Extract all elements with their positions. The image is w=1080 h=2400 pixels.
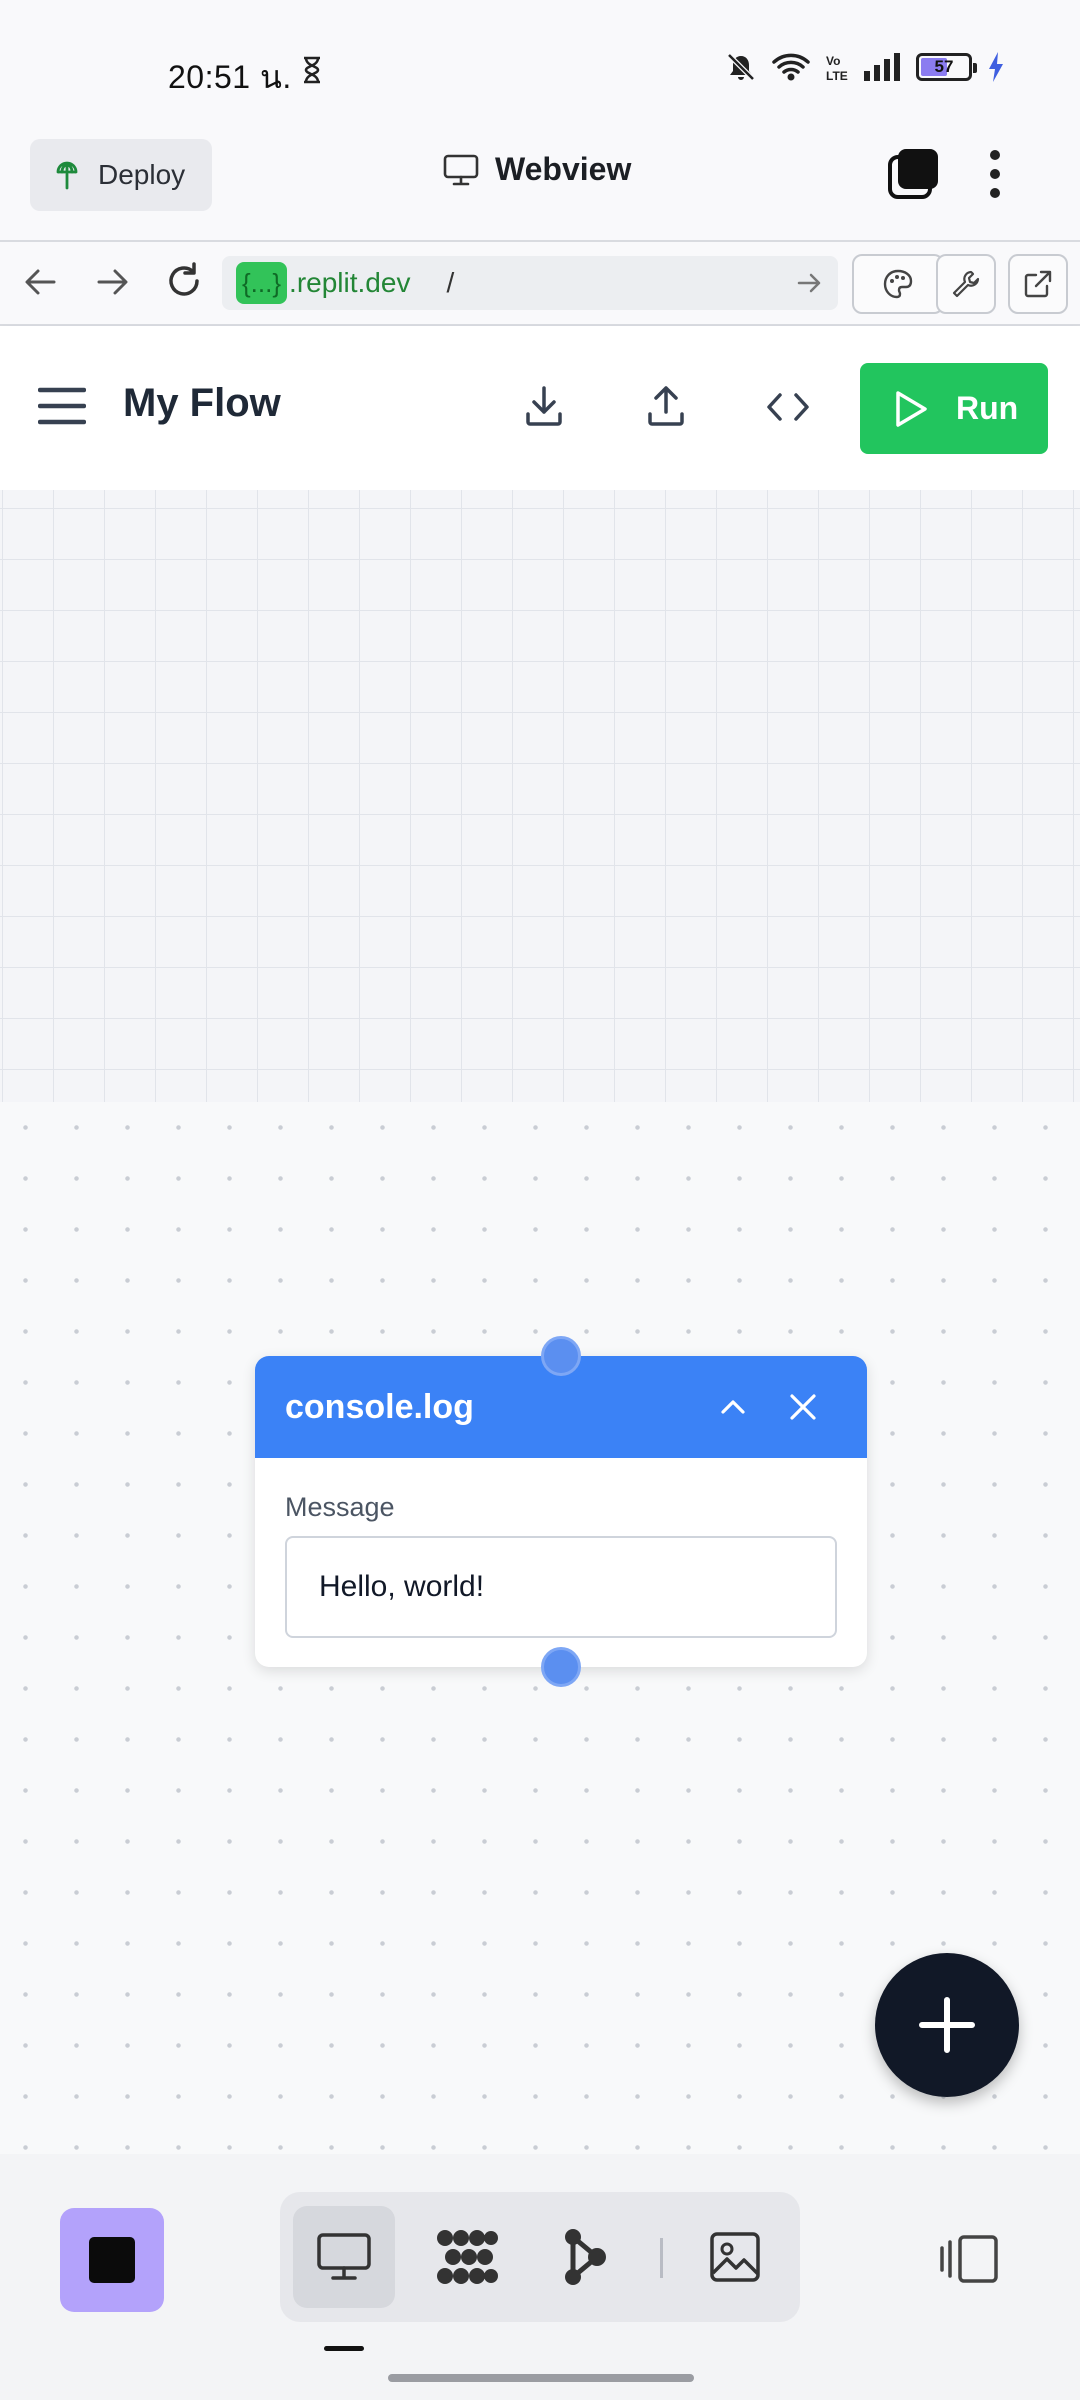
run-button[interactable]: Run <box>860 363 1048 454</box>
charging-icon <box>988 52 1004 82</box>
wrench-icon <box>951 269 981 299</box>
home-indicator[interactable] <box>388 2374 694 2382</box>
packager-pane-button[interactable] <box>416 2206 518 2308</box>
wifi-icon <box>772 52 810 82</box>
deploy-label: Deploy <box>98 159 186 190</box>
forward-arrow-icon[interactable] <box>93 262 131 302</box>
back-arrow-icon[interactable] <box>22 262 60 302</box>
external-link-icon <box>1023 269 1053 299</box>
deploy-icon <box>54 160 80 190</box>
grid-canvas[interactable] <box>0 490 1080 1102</box>
play-icon <box>894 390 928 428</box>
close-icon[interactable] <box>787 1391 819 1423</box>
active-pane-indicator <box>324 2346 364 2351</box>
app-header: My Flow Run <box>0 326 1080 490</box>
wrench-button[interactable] <box>936 254 996 314</box>
chevron-up-icon[interactable] <box>717 1391 749 1423</box>
graph-pane-button[interactable] <box>534 2206 636 2308</box>
volte-icon: Vo LTE <box>826 52 848 82</box>
run-label: Run <box>956 390 1019 426</box>
bottom-toolbar <box>0 2154 1080 2400</box>
url-host: .replit.dev <box>289 267 411 298</box>
battery-level: 57 <box>934 57 954 76</box>
battery-icon: 57 <box>916 53 977 81</box>
stop-button[interactable] <box>60 2208 164 2312</box>
split-view-icon[interactable] <box>938 2234 1000 2284</box>
pane-divider <box>660 2238 663 2278</box>
console-log-node[interactable]: console.log Message <box>255 1356 867 1667</box>
stop-icon <box>89 2237 135 2283</box>
url-field[interactable]: {...} .replit.dev / <box>222 256 838 310</box>
palette-icon <box>882 268 914 300</box>
monitor-icon <box>316 2232 372 2282</box>
kebab-menu-icon[interactable] <box>988 149 1002 199</box>
monitor-icon <box>443 154 479 186</box>
deploy-button[interactable]: Deploy <box>30 139 212 211</box>
status-bar: 20:51 น. Vo LTE 57 <box>0 0 1080 125</box>
node-title: console.log <box>285 1387 474 1426</box>
status-icons: Vo LTE 57 <box>726 52 1004 82</box>
graph-icon <box>563 2227 607 2287</box>
url-chip: {...} <box>236 262 288 304</box>
status-time: 20:51 น. <box>168 59 292 95</box>
hamburger-menu-icon[interactable] <box>38 386 86 426</box>
hourglass-icon <box>302 56 322 84</box>
message-label: Message <box>285 1492 395 1522</box>
external-link-button[interactable] <box>1008 254 1068 314</box>
reload-icon[interactable] <box>163 260 205 302</box>
signal-icon <box>864 53 900 81</box>
grid-dots-icon <box>435 2228 499 2286</box>
url-row: {...} .replit.dev / <box>0 240 1080 326</box>
palette-button[interactable] <box>852 254 944 314</box>
mute-bell-icon <box>726 52 756 82</box>
webview-tab[interactable]: Webview <box>443 151 631 188</box>
download-icon[interactable] <box>524 384 564 428</box>
svg-text:Vo: Vo <box>826 54 840 68</box>
node-input-handle[interactable] <box>541 1336 581 1376</box>
code-icon[interactable] <box>766 392 810 422</box>
url-path: / <box>446 267 455 298</box>
plus-icon <box>918 1996 976 2054</box>
webview-pane-button[interactable] <box>293 2206 395 2308</box>
replit-toolbar: Deploy Webview <box>0 125 1080 240</box>
upload-icon[interactable] <box>646 384 686 428</box>
node-output-handle[interactable] <box>541 1647 581 1687</box>
image-icon <box>709 2231 761 2283</box>
message-input[interactable] <box>285 1536 837 1638</box>
pane-switcher <box>280 2192 800 2322</box>
tabs-icon[interactable] <box>884 147 940 203</box>
svg-text:LTE: LTE <box>826 69 848 82</box>
webview-title: Webview <box>495 151 632 187</box>
page-title: My Flow <box>123 381 281 425</box>
add-node-button[interactable] <box>875 1953 1019 2097</box>
go-arrow-icon[interactable] <box>796 271 822 295</box>
image-pane-button[interactable] <box>684 2206 786 2308</box>
